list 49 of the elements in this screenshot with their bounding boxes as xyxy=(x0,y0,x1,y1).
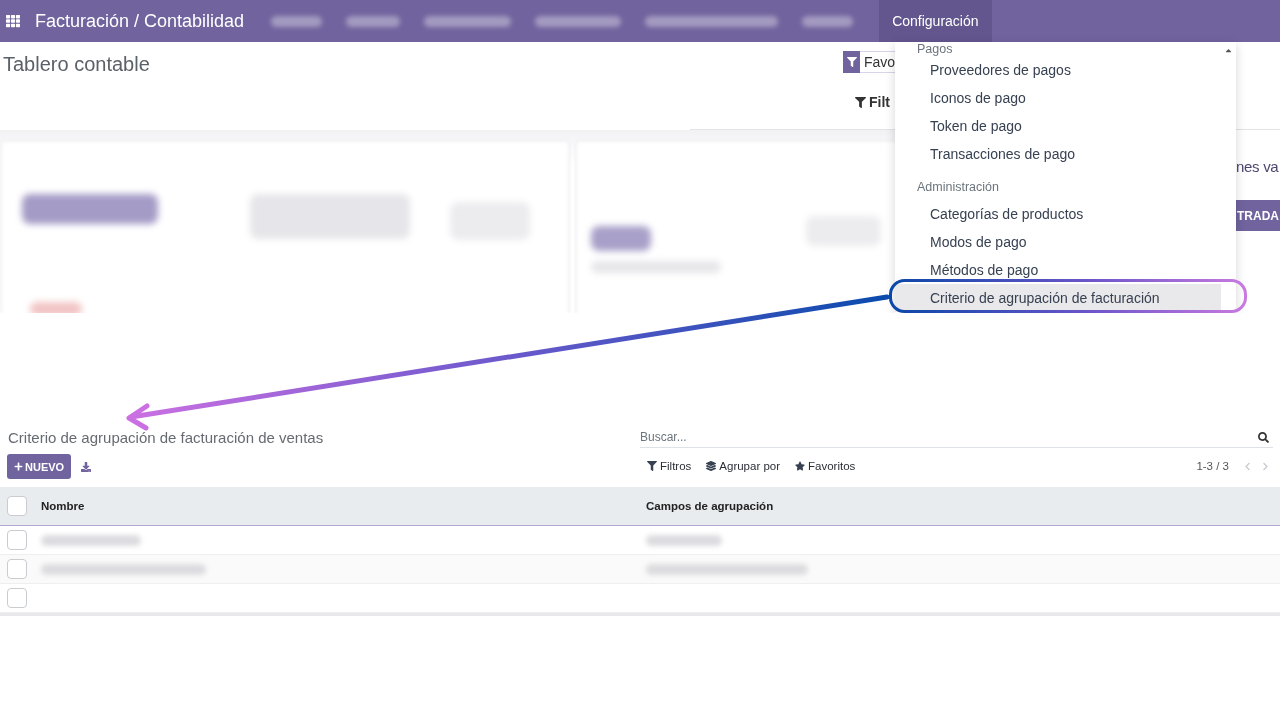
filter-facet-icon xyxy=(843,51,860,73)
dropdown-item[interactable]: Métodos de pago xyxy=(895,256,1221,284)
dropdown-item[interactable]: Modos de pago xyxy=(895,228,1221,256)
dropdown-item[interactable]: Criterio de agrupación de facturación xyxy=(895,284,1221,312)
dropdown-item[interactable]: Iconos de pago xyxy=(895,84,1221,112)
download-icon[interactable] xyxy=(81,461,92,472)
page-title: Tablero contable xyxy=(2,52,150,76)
row-checkbox[interactable] xyxy=(7,559,27,579)
dropdown-item[interactable]: Categorías de productos xyxy=(895,200,1221,228)
search-icon[interactable] xyxy=(1258,431,1269,443)
menu-tab[interactable]: Configuración xyxy=(879,0,992,42)
journal-action-button[interactable]: TRADA xyxy=(1236,200,1280,231)
blurred-menu-item[interactable] xyxy=(271,15,323,27)
blurred-menu-item[interactable] xyxy=(645,15,779,27)
blurred-button-shape xyxy=(591,226,651,251)
apps-grid-icon[interactable] xyxy=(6,14,20,28)
filter-icon xyxy=(855,96,866,108)
plus-icon xyxy=(14,462,23,471)
menu-section-header: Administración xyxy=(916,179,1000,196)
row-checkbox[interactable] xyxy=(7,588,27,608)
search-option-button[interactable]: Filtros xyxy=(647,460,692,472)
search-option-button[interactable]: Agrupar por xyxy=(706,460,781,472)
blurred-menu-item[interactable] xyxy=(424,15,512,27)
search-option-button[interactable]: Favoritos xyxy=(795,460,856,472)
pager-value: 1-3 / 3 xyxy=(1196,460,1229,472)
table-row[interactable] xyxy=(0,555,1280,584)
app-title[interactable]: Facturación / Contabilidad xyxy=(35,10,245,32)
dropdown-item[interactable]: Transacciones de pago xyxy=(895,140,1221,168)
previous-page-icon[interactable] xyxy=(1243,461,1252,471)
list-title: Criterio de agrupación de facturación de ventas xyxy=(8,429,324,447)
star-icon xyxy=(795,461,806,471)
layers-icon xyxy=(706,461,717,471)
column-header[interactable]: Campos de agrupación xyxy=(646,500,774,512)
next-page-icon[interactable] xyxy=(1261,461,1270,471)
blurred-badge-shape xyxy=(30,302,82,313)
select-all-checkbox[interactable] xyxy=(7,496,27,516)
blurred-menu-item[interactable] xyxy=(802,15,854,27)
blurred-menu-item[interactable] xyxy=(346,15,401,27)
row-checkbox[interactable] xyxy=(7,530,27,550)
column-header[interactable]: Nombre xyxy=(41,500,85,512)
filter-icon xyxy=(647,461,657,471)
menu-section-header: Pagos xyxy=(916,42,954,56)
new-button[interactable]: NUEVO xyxy=(7,454,72,479)
filters-button[interactable]: Filt xyxy=(855,92,890,112)
blurred-menu-item[interactable] xyxy=(535,15,622,27)
search-field[interactable]: Buscar... xyxy=(640,427,1252,447)
scroll-up-icon[interactable] xyxy=(1224,46,1233,55)
dropdown-item[interactable]: Token de pago xyxy=(895,112,1221,140)
journal-title: nes va xyxy=(1236,157,1280,177)
